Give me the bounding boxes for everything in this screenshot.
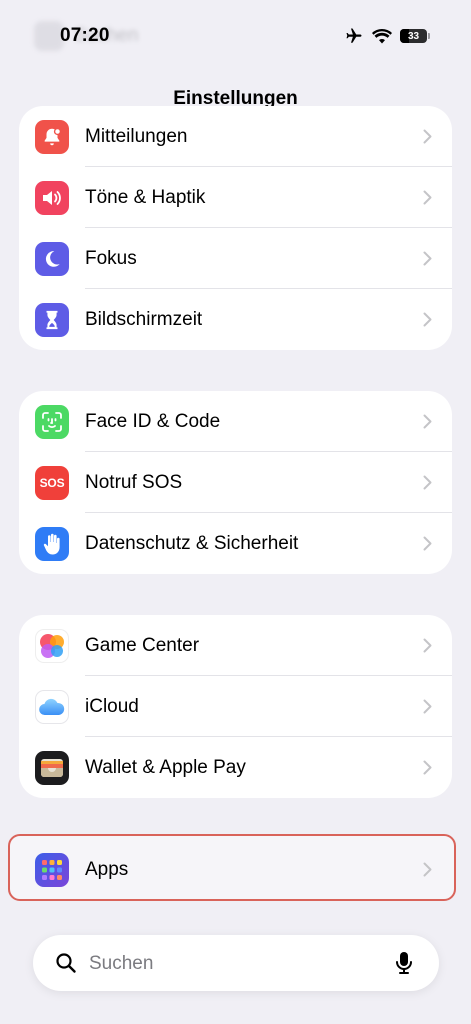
chevron-right-icon [423, 699, 432, 714]
settings-row-face-id[interactable]: Face ID & Code [19, 391, 452, 452]
settings-row-bildschirmzeit[interactable]: Bildschirmzeit [19, 289, 452, 350]
status-time: 07:20 [60, 25, 110, 46]
status-bar: Suchen 07:20 33 [0, 0, 471, 70]
row-label: Fokus [85, 247, 137, 269]
settings-row-fokus[interactable]: Fokus [19, 228, 452, 289]
bell-icon [35, 120, 69, 154]
chevron-right-icon [423, 414, 432, 429]
settings-group-services: Game Center iCloud Wallet & Apple Pay [19, 615, 452, 798]
settings-group-security: Face ID & Code SOS Notruf SOS Datenschut… [19, 391, 452, 574]
settings-row-notruf-sos[interactable]: SOS Notruf SOS [19, 452, 452, 513]
battery-level: 33 [407, 30, 420, 42]
chevron-right-icon [423, 251, 432, 266]
settings-row-wallet[interactable]: Wallet & Apple Pay [19, 737, 452, 798]
chevron-right-icon [423, 312, 432, 327]
airplane-icon [346, 28, 362, 43]
row-label: iCloud [85, 695, 139, 717]
battery-cap [428, 33, 430, 39]
speaker-icon [35, 181, 69, 215]
search-input[interactable] [87, 947, 391, 981]
sos-icon: SOS [35, 466, 69, 500]
settings-row-game-center[interactable]: Game Center [19, 615, 452, 676]
settings-row-toene-haptik[interactable]: Töne & Haptik [19, 167, 452, 228]
game-center-icon [35, 629, 69, 663]
search-icon [56, 953, 76, 973]
battery-icon: 33 [400, 29, 430, 43]
hourglass-icon [35, 303, 69, 337]
row-label: Bildschirmzeit [85, 308, 203, 330]
settings-row-mitteilungen[interactable]: Mitteilungen [19, 106, 452, 167]
chevron-right-icon [423, 475, 432, 490]
settings-row-icloud[interactable]: iCloud [19, 676, 452, 737]
row-label: Datenschutz & Sicherheit [85, 532, 299, 554]
moon-icon [35, 242, 69, 276]
row-label: Face ID & Code [85, 410, 221, 432]
faceid-icon [35, 405, 69, 439]
apps-icon [35, 853, 69, 887]
search-bar[interactable] [33, 935, 439, 991]
settings-row-apps[interactable]: Apps [19, 839, 452, 900]
row-label: Notruf SOS [85, 471, 183, 493]
row-label: Apps [85, 858, 129, 880]
microphone-icon[interactable] [395, 951, 413, 975]
chevron-right-icon [423, 760, 432, 775]
chevron-right-icon [423, 862, 432, 877]
settings-group-notifications: Mitteilungen Töne & Haptik Fokus Bildsch… [19, 106, 452, 350]
row-label: Wallet & Apple Pay [85, 756, 246, 778]
chevron-right-icon [423, 536, 432, 551]
chevron-right-icon [423, 638, 432, 653]
chevron-right-icon [423, 190, 432, 205]
hand-icon [35, 527, 69, 561]
status-icons: 33 [344, 27, 430, 45]
sos-icon-text: SOS [39, 476, 65, 490]
settings-group-apps: Apps [19, 839, 452, 900]
row-label: Töne & Haptik [85, 186, 206, 208]
chevron-right-icon [423, 129, 432, 144]
icloud-icon [35, 690, 69, 724]
wallet-icon [35, 751, 69, 785]
row-label: Game Center [85, 634, 200, 656]
wifi-icon [372, 29, 392, 44]
row-label: Mitteilungen [85, 125, 188, 147]
settings-row-datenschutz[interactable]: Datenschutz & Sicherheit [19, 513, 452, 574]
